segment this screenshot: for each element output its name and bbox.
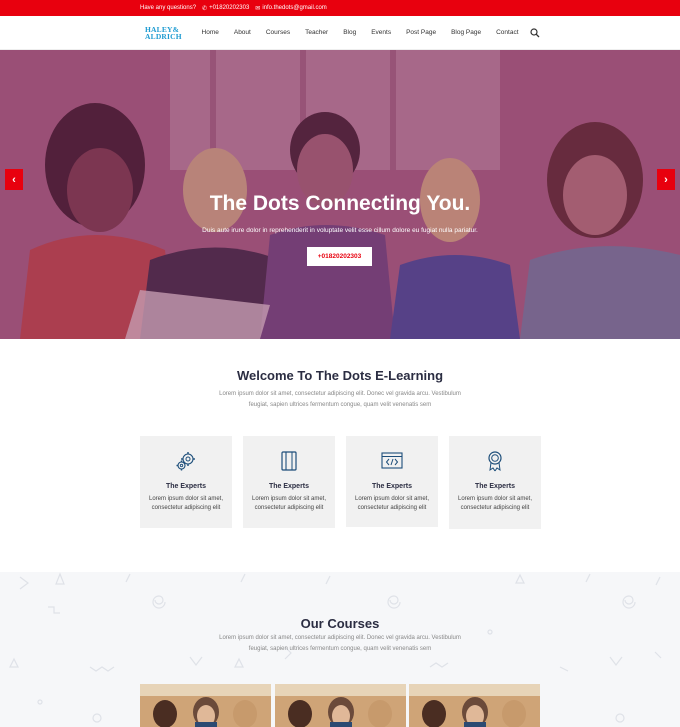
logo-line-2: ALDRICH — [145, 31, 182, 41]
chevron-left-icon: ‹ — [12, 173, 16, 186]
gears-icon — [176, 452, 195, 471]
top-bar: Have any questions? ✆ +01820202303 ✉ inf… — [0, 0, 680, 16]
site-logo[interactable]: HALEY& ALDRICH — [145, 25, 182, 41]
hero-slider: The Dots Connecting You. Duis aute irure… — [0, 50, 680, 339]
code-window-icon — [381, 452, 403, 469]
nav-item-about[interactable]: About — [226, 29, 258, 36]
feature-text-line-1: Lorem ipsum dolor sit amet, — [251, 496, 327, 502]
feature-text: Lorem ipsum dolor sit amet, consectetur … — [140, 495, 232, 513]
features-row: The Experts Lorem ipsum dolor sit amet, … — [140, 436, 541, 529]
nav-menu: Home About Courses Teacher Blog Events P… — [194, 27, 540, 38]
feature-title: The Experts — [165, 483, 207, 490]
feature-text-line-2: consectetur adipiscing elit — [460, 505, 530, 511]
feature-card[interactable]: The Experts Lorem ipsum dolor sit amet, … — [243, 436, 335, 528]
chevron-right-icon: › — [664, 173, 668, 186]
nav-item-teacher[interactable]: Teacher — [298, 29, 336, 36]
nav-item-blog-page[interactable]: Blog Page — [444, 29, 489, 36]
course-card-image[interactable] — [275, 684, 406, 727]
welcome-section: Welcome To The Dots E-Learning Lorem ips… — [0, 368, 680, 411]
phone-icon: ✆ — [202, 5, 208, 12]
welcome-desc-line-2: feugiat, sapien ultrices fermentum congu… — [248, 402, 432, 408]
feature-text-line-1: Lorem ipsum dolor sit amet, — [354, 496, 430, 502]
feature-text: Lorem ipsum dolor sit amet, consectetur … — [346, 495, 438, 513]
book-icon — [281, 451, 297, 471]
nav-item-events[interactable]: Events — [364, 29, 399, 36]
course-photo — [140, 684, 271, 727]
courses-title: Our Courses — [300, 616, 380, 631]
award-icon — [488, 451, 502, 472]
nav-item-courses[interactable]: Courses — [258, 29, 297, 36]
main-navigation: HALEY& ALDRICH Home About Courses Teache… — [0, 16, 680, 50]
feature-title: The Experts — [268, 483, 310, 490]
course-card-image[interactable] — [409, 684, 540, 727]
feature-text-line-2: consectetur adipiscing elit — [254, 505, 324, 511]
phone-link[interactable]: ✆ +01820202303 — [202, 5, 249, 12]
courses-desc-line-1: Lorem ipsum dolor sit amet, consectetur … — [219, 635, 461, 641]
welcome-title: Welcome To The Dots E-Learning — [236, 368, 444, 383]
nav-item-home[interactable]: Home — [194, 29, 226, 36]
slider-prev-button[interactable]: ‹ — [5, 169, 23, 190]
hero-phone-button[interactable]: +01820202303 — [307, 247, 372, 266]
question-text: Have any questions? — [140, 5, 197, 11]
feature-title: The Experts — [371, 483, 413, 490]
nav-item-post-page[interactable]: Post Page — [399, 29, 444, 36]
feature-card[interactable]: The Experts Lorem ipsum dolor sit amet, … — [449, 436, 541, 529]
course-photo — [409, 684, 540, 727]
courses-desc-line-2: feugiat, sapien ultrices fermentum congu… — [248, 646, 432, 652]
nav-item-blog[interactable]: Blog — [336, 29, 364, 36]
feature-text-line-2: consectetur adipiscing elit — [151, 505, 221, 511]
search-icon[interactable] — [530, 27, 540, 38]
email-text: info.thedots@gmail.com — [262, 5, 327, 11]
courses-description: Lorem ipsum dolor sit amet, consectetur … — [0, 633, 680, 655]
welcome-description: Lorem ipsum dolor sit amet, consectetur … — [0, 389, 680, 411]
course-card-image[interactable] — [140, 684, 271, 727]
feature-text: Lorem ipsum dolor sit amet, consectetur … — [449, 495, 541, 513]
hero-title: The Dots Connecting You. — [209, 192, 471, 215]
nav-item-contact[interactable]: Contact — [489, 29, 526, 36]
welcome-desc-line-1: Lorem ipsum dolor sit amet, consectetur … — [219, 391, 461, 397]
mail-icon: ✉ — [255, 5, 261, 12]
course-photo — [275, 684, 406, 727]
phone-text: +01820202303 — [209, 5, 250, 11]
feature-text-line-1: Lorem ipsum dolor sit amet, — [457, 496, 533, 502]
hero-subtitle: Duis aute irure dolor in reprehenderit i… — [202, 227, 478, 234]
feature-card[interactable]: The Experts Lorem ipsum dolor sit amet, … — [346, 436, 438, 527]
feature-text: Lorem ipsum dolor sit amet, consectetur … — [243, 495, 335, 513]
feature-title: The Experts — [474, 483, 516, 490]
slider-next-button[interactable]: › — [657, 169, 675, 190]
feature-text-line-2: consectetur adipiscing elit — [357, 505, 427, 511]
email-link[interactable]: ✉ info.thedots@gmail.com — [255, 5, 326, 12]
feature-text-line-1: Lorem ipsum dolor sit amet, — [148, 496, 224, 502]
feature-card[interactable]: The Experts Lorem ipsum dolor sit amet, … — [140, 436, 232, 528]
